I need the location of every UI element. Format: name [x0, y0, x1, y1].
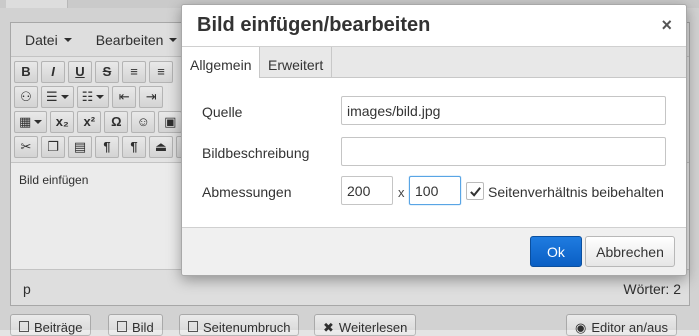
dialog-footer: Ok Abbrechen: [182, 228, 686, 275]
dialog-body: Quelle Bildbeschreibung Abmessungen x Se…: [182, 78, 686, 228]
dialog-tabs: Allgemein Erweitert: [182, 47, 686, 79]
source-label: Quelle: [202, 104, 243, 120]
dimensions-label: Abmessungen: [202, 184, 292, 200]
image-dialog: Bild einfügen/bearbeiten × Allgemein Erw…: [181, 4, 687, 276]
close-icon[interactable]: ×: [661, 16, 672, 34]
description-label: Bildbeschreibung: [202, 145, 310, 161]
dialog-header: Bild einfügen/bearbeiten ×: [182, 5, 686, 47]
ok-button[interactable]: Ok: [530, 236, 582, 267]
description-input[interactable]: [341, 137, 666, 166]
width-input[interactable]: [341, 176, 393, 205]
tab-advanced[interactable]: Erweitert: [260, 47, 333, 78]
constrain-label[interactable]: Seitenverhältnis beibehalten: [488, 184, 664, 200]
constrain-checkbox[interactable]: [466, 182, 484, 200]
dialog-title: Bild einfügen/bearbeiten: [197, 14, 431, 36]
dimension-separator: x: [398, 185, 405, 200]
height-input[interactable]: [409, 176, 461, 205]
tab-general[interactable]: Allgemein: [182, 47, 261, 79]
source-input[interactable]: [341, 96, 666, 125]
cancel-button[interactable]: Abbrechen: [585, 236, 675, 267]
check-icon: [469, 186, 481, 197]
